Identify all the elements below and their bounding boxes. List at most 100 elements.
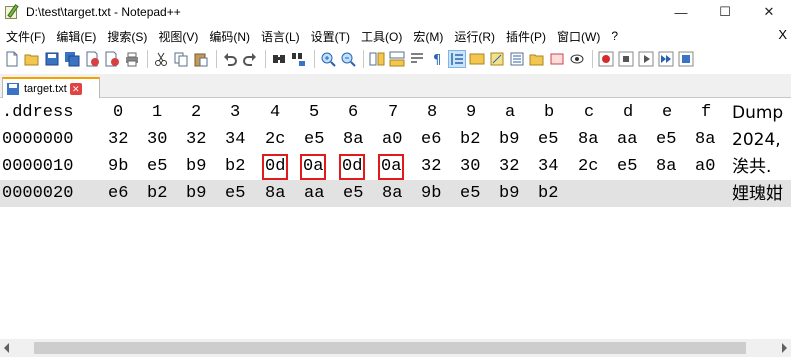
menu-window[interactable]: 窗口(W) — [551, 28, 605, 45]
doc-map-icon[interactable] — [488, 50, 506, 68]
hex-byte[interactable]: 8a — [382, 183, 402, 205]
menu-language[interactable]: 语言(L) — [255, 28, 305, 45]
hex-byte[interactable]: e6 — [421, 129, 441, 151]
scroll-left-icon[interactable] — [4, 343, 9, 353]
hex-byte[interactable]: e5 — [538, 129, 558, 151]
hex-byte[interactable]: 8a — [265, 183, 285, 205]
indent-guide-icon[interactable] — [448, 50, 466, 68]
dump-text[interactable]: 娌瑰姏 — [732, 183, 783, 205]
hex-byte[interactable]: 32 — [421, 156, 441, 178]
print-icon[interactable] — [123, 50, 141, 68]
tab-close-icon[interactable]: ✕ — [69, 82, 82, 95]
hex-byte-highlighted[interactable]: 0a — [378, 154, 405, 180]
find-icon[interactable] — [270, 50, 288, 68]
hex-byte[interactable]: b9 — [499, 183, 519, 205]
hex-byte[interactable]: e5 — [343, 183, 363, 205]
hex-byte[interactable]: 9b — [108, 156, 128, 178]
close-all-icon[interactable] — [103, 50, 121, 68]
hex-byte[interactable]: b9 — [186, 156, 206, 178]
hex-byte[interactable]: 32 — [108, 129, 128, 151]
zoom-in-icon[interactable] — [319, 50, 337, 68]
maximize-button[interactable]: ☐ — [703, 0, 747, 24]
zoom-out-icon[interactable] — [339, 50, 357, 68]
open-file-icon[interactable] — [23, 50, 41, 68]
redo-icon[interactable] — [241, 50, 259, 68]
save-all-icon[interactable] — [63, 50, 81, 68]
show-all-chars-icon[interactable]: ¶ — [428, 50, 446, 68]
save-macro-icon[interactable] — [677, 50, 695, 68]
document-icon[interactable] — [548, 50, 566, 68]
menu-run[interactable]: 运行(R) — [448, 28, 500, 45]
hex-byte[interactable]: 8a — [578, 129, 598, 151]
hex-byte[interactable]: 8a — [695, 129, 715, 151]
play-macro-icon[interactable] — [637, 50, 655, 68]
stop-record-icon[interactable] — [617, 50, 635, 68]
minimize-button[interactable]: — — [659, 0, 703, 24]
hex-byte[interactable]: aa — [617, 129, 637, 151]
close-document-button[interactable]: X — [778, 27, 787, 42]
hex-byte[interactable]: b2 — [147, 183, 167, 205]
word-wrap-icon[interactable] — [408, 50, 426, 68]
hex-byte[interactable]: aa — [304, 183, 324, 205]
hex-byte[interactable]: e5 — [304, 129, 324, 151]
hex-byte[interactable]: b9 — [186, 183, 206, 205]
hex-byte[interactable]: 8a — [343, 129, 363, 151]
sync-vertical-icon[interactable] — [368, 50, 386, 68]
scrollbar-thumb[interactable] — [34, 342, 746, 354]
close-window-button[interactable]: ✕ — [747, 0, 791, 24]
hex-byte[interactable]: a0 — [382, 129, 402, 151]
hex-byte[interactable]: e5 — [617, 156, 637, 178]
horizontal-scrollbar[interactable] — [0, 339, 791, 357]
new-file-icon[interactable] — [3, 50, 21, 68]
menu-edit[interactable]: 编辑(E) — [50, 28, 101, 45]
monitor-icon[interactable] — [568, 50, 586, 68]
run-multiple-icon[interactable] — [657, 50, 675, 68]
hex-byte[interactable]: 30 — [147, 129, 167, 151]
hex-byte[interactable]: e5 — [460, 183, 480, 205]
hex-row-current[interactable]: 0000020 e6 b2 b9 e5 8a aa e5 8a 9b e5 b9… — [0, 180, 791, 207]
hex-byte[interactable]: b2 — [460, 129, 480, 151]
hex-byte[interactable]: 9b — [421, 183, 441, 205]
hex-byte[interactable]: a0 — [695, 156, 715, 178]
hex-editor[interactable]: .ddress 0 1 2 3 4 5 6 7 8 9 a b c d e f … — [0, 99, 791, 340]
copy-icon[interactable] — [172, 50, 190, 68]
hex-byte-highlighted[interactable]: 0a — [300, 154, 327, 180]
record-macro-icon[interactable] — [597, 50, 615, 68]
undo-icon[interactable] — [221, 50, 239, 68]
hex-byte[interactable]: b2 — [538, 183, 558, 205]
hex-byte[interactable]: 8a — [656, 156, 676, 178]
menu-view[interactable]: 视图(V) — [152, 28, 203, 45]
hex-byte[interactable]: 32 — [499, 156, 519, 178]
menu-tools[interactable]: 工具(O) — [355, 28, 407, 45]
dump-text[interactable]: 涘共. — [732, 156, 771, 178]
paste-icon[interactable] — [192, 50, 210, 68]
menu-settings[interactable]: 设置(T) — [305, 28, 355, 45]
hex-byte-highlighted[interactable]: 0d — [339, 154, 366, 180]
hex-byte-highlighted[interactable]: 0d — [262, 154, 289, 180]
tab-target-txt[interactable]: target.txt ✕ — [2, 77, 100, 98]
hex-row[interactable]: 0000000 32 30 32 34 2c e5 8a a0 e6 b2 b9… — [0, 126, 791, 153]
hex-byte[interactable]: e5 — [225, 183, 245, 205]
hex-byte[interactable]: 34 — [225, 129, 245, 151]
cut-icon[interactable] — [152, 50, 170, 68]
hex-byte[interactable]: e6 — [108, 183, 128, 205]
folder-workspace-icon[interactable] — [528, 50, 546, 68]
hex-byte[interactable]: b9 — [499, 129, 519, 151]
menu-search[interactable]: 搜索(S) — [101, 28, 152, 45]
hex-byte[interactable]: 2c — [578, 156, 598, 178]
scroll-right-icon[interactable] — [782, 343, 787, 353]
hex-row[interactable]: 0000010 9b e5 b9 b2 0d 0a 0d 0a 32 30 32… — [0, 153, 791, 180]
menu-encoding[interactable]: 编码(N) — [203, 28, 255, 45]
hex-byte[interactable]: e5 — [656, 129, 676, 151]
hex-byte[interactable]: b2 — [225, 156, 245, 178]
menu-macro[interactable]: 宏(M) — [407, 28, 448, 45]
replace-icon[interactable] — [290, 50, 308, 68]
hex-byte[interactable]: 32 — [186, 129, 206, 151]
hex-byte[interactable]: 34 — [538, 156, 558, 178]
menu-help[interactable]: ? — [605, 29, 623, 43]
hex-byte[interactable]: e5 — [147, 156, 167, 178]
hex-byte[interactable]: 2c — [265, 129, 285, 151]
hex-byte[interactable]: 30 — [460, 156, 480, 178]
save-icon[interactable] — [43, 50, 61, 68]
menu-plugins[interactable]: 插件(P) — [500, 28, 551, 45]
